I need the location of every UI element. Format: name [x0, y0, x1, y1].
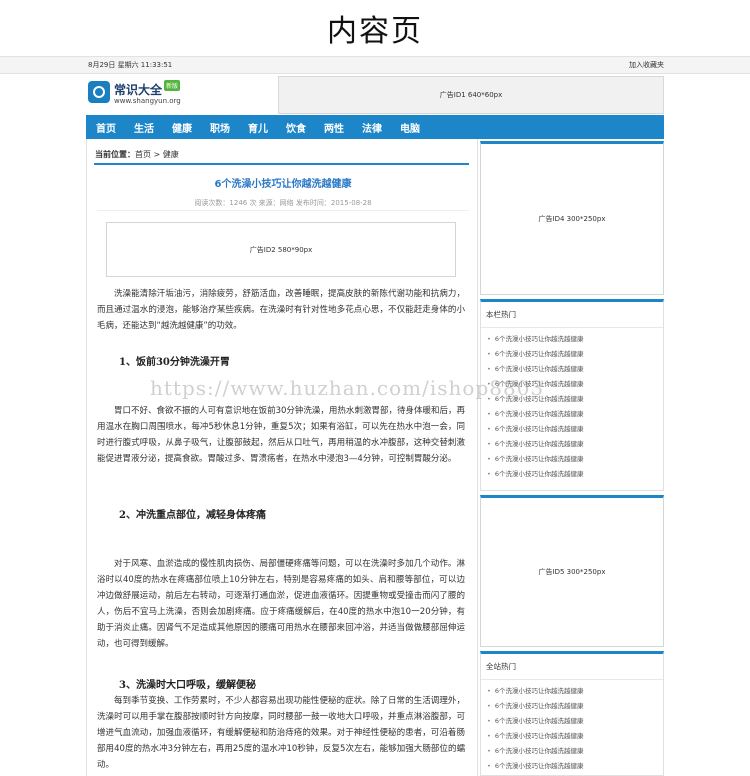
- list-item[interactable]: 6个洗澡小技巧让你越洗越健康: [487, 377, 663, 392]
- header-ad[interactable]: 广告ID1 640*60px: [278, 76, 664, 114]
- page-banner: 内容页: [0, 0, 750, 56]
- section-heading: 1、饭前30分钟洗澡开胃: [119, 357, 230, 368]
- top-bar: 8月29日 星期六 11:33:51 加入收藏夹: [0, 56, 750, 74]
- nav-item-career[interactable]: 职场: [210, 120, 230, 135]
- list-item[interactable]: 6个洗澡小技巧让你越洗越健康: [487, 467, 663, 482]
- article-section-1: 胃口不好、食欲不振的人可有意识地在饭前30分钟洗澡，用热水刺激胃部，待身体暖和后…: [97, 403, 465, 467]
- breadcrumb-divider: [94, 163, 469, 165]
- paragraph: 对于风寒、血淤造成的慢性肌肉损伤、局部僵硬疼痛等问题，可以在洗澡时多加几个动作。…: [97, 559, 465, 649]
- logo-name: 常识大全: [114, 83, 163, 97]
- list-item[interactable]: 6个洗澡小技巧让你越洗越健康: [487, 684, 663, 699]
- nav-item-law[interactable]: 法律: [362, 120, 382, 135]
- paragraph: 胃口不好、食欲不振的人可有意识地在饭前30分钟洗澡，用热水刺激胃部，待身体暖和后…: [97, 406, 465, 464]
- column-hot-title: 本栏热门: [481, 302, 663, 328]
- list-item[interactable]: 6个洗澡小技巧让你越洗越健康: [487, 347, 663, 362]
- section-heading: 3、洗澡时大口呼吸，缓解便秘: [119, 680, 256, 691]
- banner-title: 内容页: [327, 14, 423, 49]
- breadcrumb: 当前位置：首页 > 健康: [95, 149, 179, 160]
- list-item[interactable]: 6个洗澡小技巧让你越洗越健康: [487, 759, 663, 774]
- logo-badge: 新版: [164, 80, 181, 91]
- article-section-2: 对于风寒、血淤造成的慢性肌肉损伤、局部僵硬疼痛等问题，可以在洗澡时多加几个动作。…: [97, 556, 465, 652]
- article-section-3: 每到季节变换、工作劳累时，不少人都容易出现功能性便秘的症状。除了日常的生活调理外…: [97, 693, 465, 773]
- site-hot-list: 6个洗澡小技巧让你越洗越健康 6个洗澡小技巧让你越洗越健康 6个洗澡小技巧让你越…: [481, 680, 663, 774]
- list-item[interactable]: 6个洗澡小技巧让你越洗越健康: [487, 392, 663, 407]
- breadcrumb-current[interactable]: 健康: [163, 150, 179, 159]
- section-heading: 2、冲洗重点部位，减轻身体疼痛: [119, 510, 266, 521]
- nav-item-computer[interactable]: 电脑: [400, 120, 420, 135]
- site-logo[interactable]: 常识大全 新版 www.shangyun.org: [86, 78, 216, 112]
- bookmark-link[interactable]: 加入收藏夹: [629, 60, 664, 70]
- breadcrumb-separator: >: [153, 150, 161, 159]
- list-item[interactable]: 6个洗澡小技巧让你越洗越健康: [487, 714, 663, 729]
- column-hot-list: 6个洗澡小技巧让你越洗越健康 6个洗澡小技巧让你越洗越健康 6个洗澡小技巧让你越…: [481, 328, 663, 482]
- nav-item-health[interactable]: 健康: [172, 120, 192, 135]
- breadcrumb-home[interactable]: 首页: [135, 150, 151, 159]
- breadcrumb-label: 当前位置：: [95, 150, 135, 159]
- sidebar-ad-4[interactable]: 广告ID4 300*250px: [480, 141, 664, 295]
- list-item[interactable]: 6个洗澡小技巧让你越洗越健康: [487, 699, 663, 714]
- nav-item-relationships[interactable]: 两性: [324, 120, 344, 135]
- site-hot-box: 全站热门 6个洗澡小技巧让你越洗越健康 6个洗澡小技巧让你越洗越健康 6个洗澡小…: [480, 651, 664, 776]
- logo-url: www.shangyun.org: [114, 97, 181, 105]
- list-item[interactable]: 6个洗澡小技巧让你越洗越健康: [487, 437, 663, 452]
- logo-icon: [88, 81, 110, 103]
- inline-ad[interactable]: 广告ID2 580*90px: [106, 222, 456, 277]
- list-item[interactable]: 6个洗澡小技巧让你越洗越健康: [487, 362, 663, 377]
- sidebar-ad-5[interactable]: 广告ID5 300*250px: [480, 495, 664, 647]
- list-item[interactable]: 6个洗澡小技巧让你越洗越健康: [487, 744, 663, 759]
- datetime-text: 8月29日 星期六 11:33:51: [88, 61, 173, 69]
- article-intro: 洗澡能清除汗垢油污，消除疲劳，舒筋活血，改善睡眠，提高皮肤的新陈代谢功能和抗病力…: [97, 286, 465, 334]
- list-item[interactable]: 6个洗澡小技巧让你越洗越健康: [487, 332, 663, 347]
- list-item[interactable]: 6个洗澡小技巧让你越洗越健康: [487, 407, 663, 422]
- list-item[interactable]: 6个洗澡小技巧让你越洗越健康: [487, 452, 663, 467]
- nav-item-parenting[interactable]: 育儿: [248, 120, 268, 135]
- site-header: 常识大全 新版 www.shangyun.org 广告ID1 640*60px: [86, 76, 664, 114]
- paragraph: 每到季节变换、工作劳累时，不少人都容易出现功能性便秘的症状。除了日常的生活调理外…: [97, 696, 465, 770]
- main-nav: 首页 生活 健康 职场 育儿 饮食 两性 法律 电脑: [86, 115, 664, 139]
- nav-item-life[interactable]: 生活: [134, 120, 154, 135]
- site-hot-title: 全站热门: [481, 654, 663, 680]
- article-meta: 阅读次数：1246 次 来源：网络 发布时间：2015-08-28: [194, 199, 372, 207]
- article-title: 6个洗澡小技巧让你越洗越健康: [214, 179, 352, 190]
- paragraph: 洗澡能清除汗垢油污，消除疲劳，舒筋活血，改善睡眠，提高皮肤的新陈代谢功能和抗病力…: [97, 289, 465, 331]
- nav-item-home[interactable]: 首页: [96, 120, 116, 135]
- list-item[interactable]: 6个洗澡小技巧让你越洗越健康: [487, 729, 663, 744]
- column-hot-box: 本栏热门 6个洗澡小技巧让你越洗越健康 6个洗澡小技巧让你越洗越健康 6个洗澡小…: [480, 299, 664, 491]
- nav-item-food[interactable]: 饮食: [286, 120, 306, 135]
- main-content: 当前位置：首页 > 健康 6个洗澡小技巧让你越洗越健康 阅读次数：1246 次 …: [86, 139, 478, 776]
- list-item[interactable]: 6个洗澡小技巧让你越洗越健康: [487, 422, 663, 437]
- meta-divider: [97, 210, 469, 211]
